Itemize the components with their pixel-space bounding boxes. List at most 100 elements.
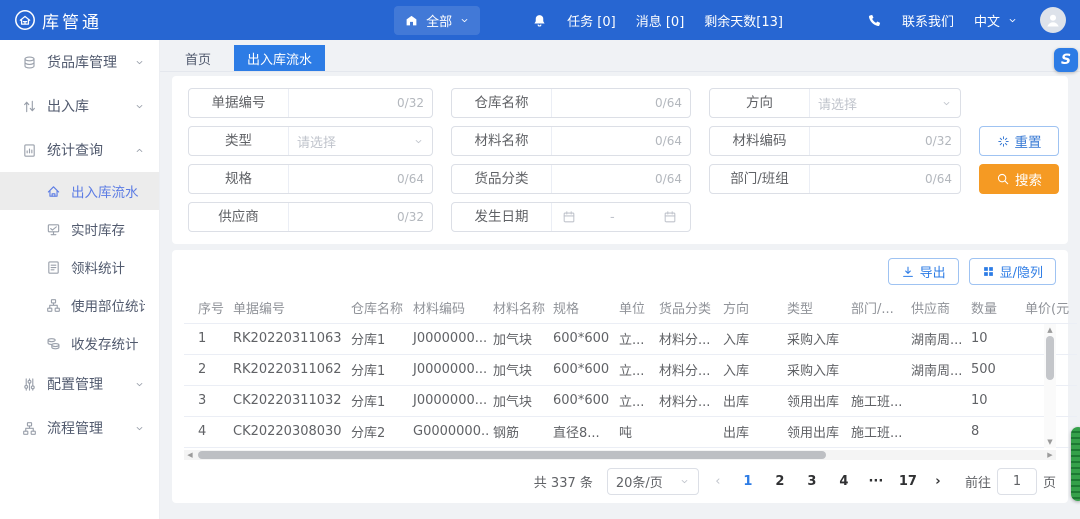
goto-page-input[interactable]: [997, 468, 1037, 495]
sidebar-item-label: 统计查询: [47, 140, 124, 160]
page-number-1[interactable]: 1: [737, 474, 759, 489]
table-cell: 2: [184, 354, 229, 385]
sidebar-item-inout-flow[interactable]: 出入库流水: [0, 172, 159, 210]
scroll-down-icon[interactable]: ▼: [1047, 436, 1052, 448]
bell-icon[interactable]: [532, 13, 547, 28]
inout-icon: [22, 99, 37, 114]
next-page-button[interactable]: ›: [927, 474, 949, 489]
vscroll-thumb[interactable]: [1046, 336, 1054, 380]
table-cell: [847, 354, 907, 385]
sidebar-item-sendrecv-stats[interactable]: 收发存统计: [0, 324, 159, 362]
char-counter: 0/32: [397, 210, 424, 224]
supplier-input[interactable]: 0/32: [289, 203, 432, 231]
table-cell: 10: [967, 385, 1021, 416]
sidebar-item-usage-part-stats[interactable]: 使用部位统计: [0, 286, 159, 324]
type-select[interactable]: 请选择: [289, 127, 432, 155]
field-label: 货品分类: [452, 165, 552, 193]
floating-widget-icon[interactable]: S: [1054, 48, 1078, 72]
messages-link[interactable]: 消息 [0]: [636, 11, 685, 30]
tab-home[interactable]: 首页: [172, 45, 224, 71]
sidebar-item-process-management[interactable]: 流程管理: [0, 406, 159, 450]
contact-us-link[interactable]: 联系我们: [902, 11, 954, 30]
table-cell: G0000000...: [409, 416, 489, 447]
table-cell: 材料分...: [655, 323, 719, 354]
export-button-label: 导出: [920, 262, 946, 281]
page-size-select[interactable]: 20条/页: [607, 468, 699, 495]
calendar-icon: [663, 210, 677, 224]
filter-field-type: 类型 请选择: [188, 126, 433, 156]
sidebar-item-material-stats[interactable]: 领料统计: [0, 248, 159, 286]
sidebar-item-stats-query[interactable]: 统计查询: [0, 128, 159, 172]
char-counter: 0/64: [925, 172, 952, 186]
table-cell: 材料分...: [655, 385, 719, 416]
table-cell: [847, 323, 907, 354]
goods-category-input[interactable]: 0/64: [552, 165, 690, 193]
show-hide-columns-button[interactable]: 显/隐列: [969, 258, 1056, 285]
table-row[interactable]: 2RK20220311062分库1J0000000...加气块600*600立.…: [184, 354, 1077, 385]
table-cell: 钢筋: [489, 416, 549, 447]
sidebar-item-in-out-warehouse[interactable]: 出入库: [0, 84, 159, 128]
main-content: 首页 出入库流水 单据编号 0/32 仓库名称 0/64 方向 请选择 类型: [160, 40, 1080, 519]
table-cell: 施工班...: [847, 385, 907, 416]
search-button[interactable]: 搜索: [979, 164, 1059, 194]
page-number-4[interactable]: 4: [833, 474, 855, 489]
table-cell: 600*600: [549, 385, 615, 416]
table-vertical-scrollbar[interactable]: ▲ ▼: [1044, 324, 1056, 448]
phone-icon: [867, 13, 882, 28]
column-header: 单价(元: [1021, 293, 1077, 323]
table-row[interactable]: 1RK20220311063分库1J0000000...加气块600*600立.…: [184, 323, 1077, 354]
material-code-input[interactable]: 0/32: [810, 127, 960, 155]
user-avatar[interactable]: [1040, 7, 1066, 33]
tasks-link[interactable]: 任务 [0]: [567, 11, 616, 30]
scope-label: 全部: [426, 11, 452, 30]
table-cell: 采购入库: [783, 354, 847, 385]
goto-suffix: 页: [1043, 472, 1056, 491]
doc-icon: [46, 260, 61, 275]
language-label: 中文: [974, 11, 1000, 30]
scroll-left-icon[interactable]: ◀: [184, 451, 196, 459]
goods-icon: [22, 55, 37, 70]
material-name-input[interactable]: 0/64: [552, 127, 690, 155]
spec-input[interactable]: 0/64: [289, 165, 432, 193]
scroll-up-icon[interactable]: ▲: [1047, 324, 1052, 336]
field-label: 材料编码: [710, 127, 810, 155]
table-cell: 采购入库: [783, 323, 847, 354]
direction-select[interactable]: 请选择: [810, 89, 960, 117]
page-number-3[interactable]: 3: [801, 474, 823, 489]
sidebar-item-config-management[interactable]: 配置管理: [0, 362, 159, 406]
hscroll-thumb[interactable]: [198, 451, 826, 459]
filter-field-doc-no: 单据编号 0/32: [188, 88, 433, 118]
table-cell: 3: [184, 385, 229, 416]
table-cell: [907, 385, 967, 416]
page-number-17[interactable]: 17: [897, 474, 919, 489]
prev-page-button[interactable]: ‹: [707, 474, 729, 489]
sidebar-item-realtime-stock[interactable]: 实时库存: [0, 210, 159, 248]
page-number-2[interactable]: 2: [769, 474, 791, 489]
table-horizontal-scrollbar[interactable]: ◀ ▶: [184, 450, 1056, 460]
table-cell: 湖南周...: [907, 323, 967, 354]
reset-button[interactable]: 重置: [979, 126, 1059, 156]
char-counter: 0/64: [655, 134, 682, 148]
doc-no-input[interactable]: 0/32: [289, 89, 432, 117]
goto-label: 前往: [965, 472, 991, 491]
dept-team-input[interactable]: 0/64: [810, 165, 960, 193]
filter-field-occur-date: 发生日期 -: [451, 202, 691, 232]
sitemap-icon: [46, 298, 61, 313]
sidebar-item-goods-management[interactable]: 货品库管理: [0, 40, 159, 84]
export-button[interactable]: 导出: [888, 258, 959, 285]
page-ellipsis: ···: [865, 474, 887, 489]
chevron-down-icon: [941, 98, 952, 109]
warehouse-name-input[interactable]: 0/64: [552, 89, 690, 117]
scope-selector[interactable]: 全部: [394, 6, 480, 35]
scroll-right-icon[interactable]: ▶: [1044, 451, 1056, 459]
language-selector[interactable]: 中文: [974, 11, 1018, 30]
filter-field-material-name: 材料名称 0/64: [451, 126, 691, 156]
table-row[interactable]: 4CK20220308030分库2G0000000...钢筋直径8...吨出库领…: [184, 416, 1077, 447]
occur-date-range-picker[interactable]: -: [552, 203, 690, 231]
table-header-row: 序号单据编号仓库名称材料编码材料名称规格单位货品分类方向类型部门/...供应商数…: [184, 293, 1077, 323]
scroll-indicator[interactable]: [1071, 427, 1080, 501]
table-row[interactable]: 3CK20220311032分库1J0000000...加气块600*600立.…: [184, 385, 1077, 416]
table-cell: 加气块: [489, 385, 549, 416]
table-cell: 10: [967, 323, 1021, 354]
tab-inout-flow[interactable]: 出入库流水: [234, 45, 325, 71]
